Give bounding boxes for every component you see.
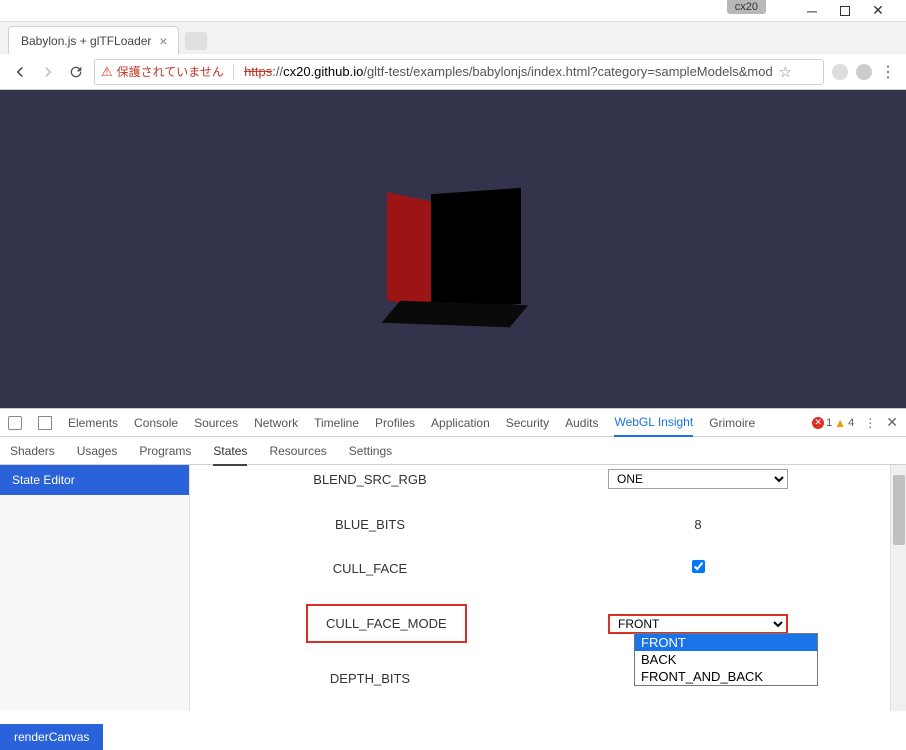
tab-webgl-insight[interactable]: WebGL Insight [614, 409, 693, 437]
browser-tab[interactable]: Babylon.js + glTFLoader × [8, 26, 179, 54]
subtab-shaders[interactable]: Shaders [10, 444, 55, 458]
state-label: CULL_FACE [190, 561, 550, 576]
window-titlebar: cx20 ─ ✕ [0, 0, 906, 22]
url-text: https://cx20.github.io/gltf-test/example… [244, 64, 773, 79]
state-row-blue-bits: BLUE_BITS 8 [190, 503, 906, 546]
state-value [550, 560, 906, 576]
devtools-body: State Editor BLEND_SRC_RGB ONE BLUE_BITS… [0, 465, 906, 711]
maximize-button[interactable] [840, 6, 850, 16]
bookmark-star-icon[interactable]: ☆ [779, 63, 792, 81]
devtools-menu-icon[interactable]: ⋮ [864, 416, 876, 430]
address-bar: ⚠ 保護されていません │ https://cx20.github.io/glt… [0, 54, 906, 90]
url-input[interactable]: ⚠ 保護されていません │ https://cx20.github.io/glt… [94, 59, 824, 85]
url-path: /gltf-test/examples/babylonjs/index.html… [363, 64, 772, 79]
https-label: https [244, 64, 272, 79]
minimize-button[interactable]: ─ [806, 5, 818, 17]
subtab-resources[interactable]: Resources [269, 444, 326, 458]
tab-close-icon[interactable]: × [151, 33, 167, 49]
cube-model [387, 183, 519, 315]
state-label: BLUE_BITS [190, 517, 550, 532]
extension-icon-1[interactable] [832, 64, 848, 80]
cull-face-mode-select[interactable]: FRONT [608, 614, 788, 634]
dropdown-option-front-and-back[interactable]: FRONT_AND_BACK [635, 668, 817, 685]
blend-src-rgb-select[interactable]: ONE [608, 469, 788, 489]
devtools-sidebar: State Editor [0, 465, 190, 711]
sidebar-state-editor[interactable]: State Editor [0, 465, 189, 495]
tab-sources[interactable]: Sources [194, 410, 238, 436]
reload-button[interactable] [66, 62, 86, 82]
tab-application[interactable]: Application [431, 410, 490, 436]
security-text: 保護されていません [117, 63, 224, 80]
tab-network[interactable]: Network [254, 410, 298, 436]
error-icon: ✕ [812, 417, 824, 429]
tab-profiles[interactable]: Profiles [375, 410, 415, 436]
state-value: FRONT [550, 614, 906, 634]
state-label: BLEND_SRC_RGB [190, 472, 550, 487]
security-warning: ⚠ 保護されていません [101, 63, 224, 80]
tab-title: Babylon.js + glTFLoader [21, 34, 151, 48]
error-badge[interactable]: ✕ 1 ▲ 4 [812, 416, 854, 430]
cull-face-checkbox[interactable] [692, 560, 705, 573]
window-tag: cx20 [727, 0, 766, 14]
browser-menu-icon[interactable]: ⋮ [880, 62, 896, 82]
tab-grimoire[interactable]: Grimoire [709, 410, 755, 436]
subtab-states[interactable]: States [213, 444, 247, 466]
devtools-subtabs: Shaders Usages Programs States Resources… [0, 437, 906, 465]
tab-audits[interactable]: Audits [565, 410, 598, 436]
bottom-tab-rendercanvas[interactable]: renderCanvas [0, 724, 103, 750]
device-toggle-icon[interactable] [38, 416, 52, 430]
warning-icon: ▲ [834, 416, 846, 430]
state-label-highlighted: CULL_FACE_MODE [306, 604, 467, 643]
new-tab-button[interactable] [185, 32, 207, 50]
render-canvas[interactable] [0, 90, 906, 408]
browser-tab-bar: Babylon.js + glTFLoader × [0, 22, 906, 54]
state-row-cull-face: CULL_FACE [190, 546, 906, 590]
error-count: 1 [826, 417, 832, 429]
dropdown-option-front[interactable]: FRONT [635, 634, 817, 651]
tab-security[interactable]: Security [506, 410, 549, 436]
url-separator: │ [230, 64, 238, 79]
cull-face-mode-dropdown: FRONT BACK FRONT_AND_BACK [634, 633, 818, 686]
state-row-blend-src-rgb: BLEND_SRC_RGB ONE [190, 465, 906, 503]
scrollbar[interactable] [890, 465, 906, 711]
cube-bottom-face [382, 301, 529, 328]
devtools-panel: Elements Console Sources Network Timelin… [0, 408, 906, 711]
forward-button[interactable] [38, 62, 58, 82]
url-domain: cx20.github.io [283, 64, 363, 79]
close-button[interactable]: ✕ [872, 5, 884, 17]
state-editor-content: BLEND_SRC_RGB ONE BLUE_BITS 8 CULL_FACE [190, 465, 906, 711]
scrollbar-thumb[interactable] [893, 475, 905, 545]
state-value: 8 [550, 517, 906, 532]
tab-console[interactable]: Console [134, 410, 178, 436]
warning-count: 4 [848, 417, 854, 429]
devtools-tabs: Elements Console Sources Network Timelin… [0, 409, 906, 437]
subtab-settings[interactable]: Settings [349, 444, 392, 458]
subtab-usages[interactable]: Usages [77, 444, 118, 458]
back-button[interactable] [10, 62, 30, 82]
subtab-programs[interactable]: Programs [139, 444, 191, 458]
extension-icon-2[interactable] [856, 64, 872, 80]
cube-front-face [431, 188, 521, 310]
dropdown-option-back[interactable]: BACK [635, 651, 817, 668]
tab-timeline[interactable]: Timeline [314, 410, 359, 436]
devtools-close-icon[interactable]: ✕ [886, 414, 898, 431]
tab-elements[interactable]: Elements [68, 410, 118, 436]
cube-left-face [387, 192, 433, 310]
window-controls: ─ ✕ [806, 0, 906, 21]
state-value: ONE [550, 469, 906, 489]
state-label: DEPTH_BITS [190, 671, 550, 686]
warning-icon: ⚠ [101, 64, 113, 80]
inspect-element-icon[interactable] [8, 416, 22, 430]
